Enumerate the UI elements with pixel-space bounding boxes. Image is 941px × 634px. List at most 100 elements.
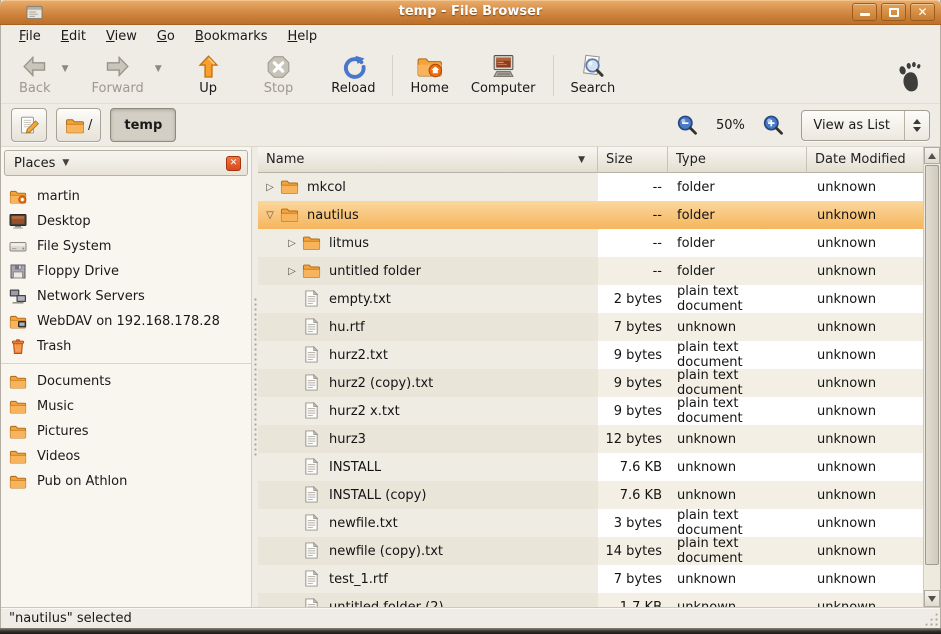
computer-icon	[490, 54, 517, 80]
file-type: folder	[668, 201, 807, 229]
menu-bookmarks[interactable]: Bookmarks	[185, 27, 278, 46]
table-row[interactable]: hurz2 x.txt 9 bytes plain text document …	[258, 397, 923, 425]
menu-go[interactable]: Go	[147, 27, 185, 46]
file-type: unknown	[668, 481, 807, 509]
zoom-in-button[interactable]	[762, 114, 784, 136]
menu-help[interactable]: Help	[278, 27, 328, 46]
file-date-modified: unknown	[807, 341, 923, 369]
table-row[interactable]: INSTALL 7.6 KB unknown unknown	[258, 453, 923, 481]
titlebar[interactable]: temp - File Browser ✕	[0, 0, 941, 25]
up-arrow-icon	[195, 54, 222, 80]
scrollbar-thumb[interactable]	[925, 165, 939, 565]
menu-file[interactable]: File	[9, 27, 51, 46]
sidebar-item-martin[interactable]: martin	[1, 184, 251, 209]
reload-icon	[340, 54, 367, 80]
column-header-name[interactable]: Name ▼	[258, 147, 598, 173]
file-size: 7 bytes	[598, 565, 668, 593]
file-name: untitled folder	[329, 264, 421, 279]
pane-splitter[interactable]	[251, 147, 258, 607]
expander-icon[interactable]	[262, 210, 278, 221]
column-header-size[interactable]: Size	[598, 147, 668, 173]
sidebar-item-floppy-drive[interactable]: Floppy Drive	[1, 259, 251, 284]
sidebar-item-network-servers[interactable]: Network Servers	[1, 284, 251, 309]
file-type: folder	[668, 173, 807, 201]
webdav-icon	[9, 313, 27, 330]
table-row[interactable]: empty.txt 2 bytes plain text document un…	[258, 285, 923, 313]
sidebar-list: martin Desktop File System Floppy Drive …	[1, 180, 251, 607]
column-header-date-modified[interactable]: Date Modified	[807, 147, 923, 173]
menu-edit[interactable]: Edit	[51, 27, 96, 46]
up-button[interactable]: Up	[187, 52, 230, 102]
toolbar-separator	[553, 55, 554, 96]
resize-grip[interactable]	[924, 612, 938, 626]
file-name: mkcol	[307, 180, 346, 195]
computer-button[interactable]: Computer	[463, 52, 544, 102]
search-button[interactable]: Search	[563, 52, 624, 102]
gnome-logo-icon	[894, 61, 924, 93]
root-path-button[interactable]: /	[56, 108, 101, 142]
table-row[interactable]: untitled folder (2) 1.7 KB unknown unkno…	[258, 593, 923, 607]
file-date-modified: unknown	[807, 593, 923, 607]
file-name: newfile (copy).txt	[329, 544, 443, 559]
menu-view[interactable]: View	[96, 27, 147, 46]
maximize-button[interactable]	[881, 3, 906, 21]
table-row[interactable]: untitled folder -- folder unknown	[258, 257, 923, 285]
table-row[interactable]: newfile.txt 3 bytes plain text document …	[258, 509, 923, 537]
expander-icon[interactable]	[262, 182, 278, 193]
sidebar-item-pictures[interactable]: Pictures	[1, 419, 251, 444]
table-row[interactable]: nautilus -- folder unknown	[258, 201, 923, 229]
minimize-button[interactable]	[852, 3, 877, 21]
expander-icon[interactable]	[284, 266, 300, 277]
close-button[interactable]: ✕	[910, 3, 935, 21]
expander-icon[interactable]	[284, 238, 300, 249]
sidebar-item-desktop[interactable]: Desktop	[1, 209, 251, 234]
table-row[interactable]: mkcol -- folder unknown	[258, 173, 923, 201]
stop-button[interactable]: Stop	[256, 52, 302, 102]
file-date-modified: unknown	[807, 285, 923, 313]
back-button[interactable]: Back	[11, 52, 59, 102]
forward-menu-button[interactable]: ▼	[152, 52, 165, 86]
sidebar-item-pub-on-athlon[interactable]: Pub on Athlon	[1, 469, 251, 494]
file-name: hurz2.txt	[329, 348, 388, 363]
sidebar-item-music[interactable]: Music	[1, 394, 251, 419]
file-date-modified: unknown	[807, 313, 923, 341]
file-type: unknown	[668, 313, 807, 341]
back-menu-button[interactable]: ▼	[59, 52, 72, 86]
home-button[interactable]: Home	[402, 52, 456, 102]
vertical-scrollbar[interactable]	[923, 147, 940, 607]
sidebar-item-videos[interactable]: Videos	[1, 444, 251, 469]
scroll-up-button[interactable]	[924, 147, 940, 164]
table-row[interactable]: INSTALL (copy) 7.6 KB unknown unknown	[258, 481, 923, 509]
forward-button[interactable]: Forward	[83, 52, 151, 102]
reload-button[interactable]: Reload	[323, 52, 383, 102]
table-row[interactable]: newfile (copy).txt 14 bytes plain text d…	[258, 537, 923, 565]
sidebar-item-trash[interactable]: Trash	[1, 334, 251, 359]
sidebar-item-documents[interactable]: Documents	[1, 369, 251, 394]
file-date-modified: unknown	[807, 453, 923, 481]
file-type: plain text document	[668, 341, 807, 369]
table-row[interactable]: hurz2 (copy).txt 9 bytes plain text docu…	[258, 369, 923, 397]
column-header-type[interactable]: Type	[668, 147, 807, 173]
sidebar-mode-button[interactable]: Places ▼ ✕	[4, 150, 248, 176]
sidebar-close-button[interactable]: ✕	[226, 156, 241, 171]
table-row[interactable]: test_1.rtf 7 bytes unknown unknown	[258, 565, 923, 593]
view-mode-select[interactable]: View as List	[801, 110, 930, 141]
file-type: plain text document	[668, 397, 807, 425]
folder-icon	[9, 473, 27, 490]
location-bar: / temp 50% View as List	[1, 104, 940, 147]
back-arrow-icon	[21, 54, 48, 80]
edit-location-button[interactable]	[11, 108, 47, 142]
sidebar-item-file-system[interactable]: File System	[1, 234, 251, 259]
table-row[interactable]: hurz2.txt 9 bytes plain text document un…	[258, 341, 923, 369]
zoom-out-button[interactable]	[676, 114, 698, 136]
sidebar-item-webdav-on-192-168-178-28[interactable]: WebDAV on 192.168.178.28	[1, 309, 251, 334]
table-row[interactable]: hurz3 12 bytes unknown unknown	[258, 425, 923, 453]
current-folder-button[interactable]: temp	[110, 108, 176, 142]
file-date-modified: unknown	[807, 509, 923, 537]
maximize-icon	[889, 8, 899, 17]
table-row[interactable]: hu.rtf 7 bytes unknown unknown	[258, 313, 923, 341]
table-row[interactable]: litmus -- folder unknown	[258, 229, 923, 257]
folder-icon	[302, 234, 322, 252]
scroll-down-button[interactable]	[924, 590, 940, 607]
file-size: --	[598, 173, 668, 201]
